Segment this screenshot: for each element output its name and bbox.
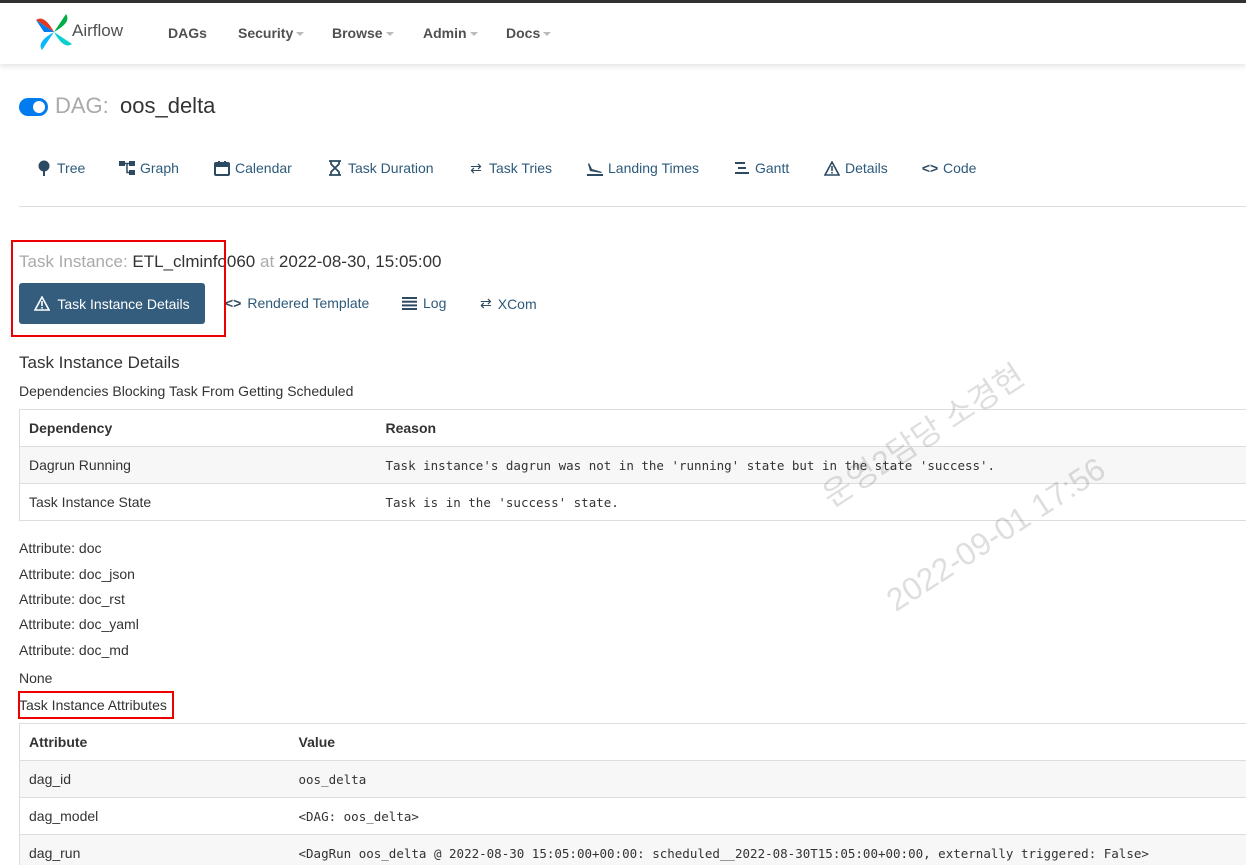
- highlight-box: [11, 240, 226, 337]
- tab-graph-label: Graph: [140, 160, 179, 176]
- table-header-row: Attribute Value: [19, 723, 1246, 761]
- none-text: None: [19, 670, 53, 686]
- at-label: at: [259, 252, 275, 271]
- tab-log-label: Log: [423, 295, 447, 311]
- column-header: Attribute: [19, 723, 290, 761]
- nav-browse[interactable]: Browse: [332, 25, 394, 41]
- deps-heading: Dependencies Blocking Task From Getting …: [19, 383, 354, 399]
- tab-code[interactable]: <> Code: [921, 160, 977, 176]
- list-icon: [402, 296, 417, 310]
- table-row: dag_model <DAG: oos_delta>: [19, 797, 1246, 835]
- gantt-icon: [734, 160, 750, 176]
- tab-gantt[interactable]: Gantt: [734, 160, 789, 176]
- highlight-box: [18, 691, 174, 719]
- tab-landing-times[interactable]: Landing Times: [587, 160, 699, 176]
- nav-browse-label: Browse: [332, 25, 383, 41]
- dag-name: oos_delta: [120, 93, 216, 118]
- tab-landing-times-label: Landing Times: [608, 160, 700, 176]
- nav-docs-label: Docs: [506, 25, 541, 41]
- tab-task-duration-label: Task Duration: [348, 160, 434, 176]
- chevron-down-icon: [296, 32, 305, 37]
- attributes-table: Attribute Value dag_id oos_delta dag_mod…: [19, 723, 1246, 865]
- tab-log[interactable]: Log: [402, 295, 446, 311]
- nav-dags[interactable]: DAGs: [168, 25, 207, 41]
- calendar-icon: [214, 160, 230, 176]
- attribute-cell: dag_id: [19, 760, 290, 798]
- attribute-cell: dag_run: [19, 834, 290, 865]
- execution-date: 2022-08-30, 15:05:00: [278, 252, 442, 271]
- dag-pause-toggle[interactable]: [19, 98, 48, 116]
- tree-icon: [36, 160, 52, 176]
- airflow-logo-icon[interactable]: [34, 12, 74, 52]
- attribute-cell: dag_model: [19, 797, 290, 835]
- navbar: Airflow DAGs Security Browse Admin Docs: [0, 3, 1246, 64]
- tab-calendar-label: Calendar: [235, 160, 292, 176]
- dag-prefix: DAG:: [55, 93, 109, 118]
- code-icon: <>: [921, 160, 939, 176]
- value-cell: <DAG: oos_delta>: [289, 797, 1246, 835]
- tab-xcom[interactable]: ⇄ XCom: [480, 295, 537, 312]
- dependency-cell: Dagrun Running: [19, 446, 377, 484]
- tab-task-tries[interactable]: ⇄ Task Tries: [468, 159, 553, 177]
- graph-icon: [119, 160, 135, 176]
- warning-icon: [824, 160, 840, 176]
- tab-tree-label: Tree: [57, 160, 86, 176]
- nav-admin-label: Admin: [423, 25, 467, 41]
- chevron-down-icon: [385, 32, 394, 37]
- section-heading: Task Instance Details: [19, 353, 180, 372]
- chevron-down-icon: [469, 32, 478, 37]
- tab-details-label: Details: [845, 160, 888, 176]
- divider: [19, 206, 1246, 207]
- brand-name[interactable]: Airflow: [72, 21, 123, 41]
- nav-docs[interactable]: Docs: [506, 25, 552, 41]
- nav-security-label: Security: [238, 25, 294, 41]
- tab-code-label: Code: [943, 160, 977, 176]
- plane-landing-icon: [587, 160, 603, 176]
- value-cell: <DagRun oos_delta @ 2022-08-30 15:05:00+…: [289, 834, 1246, 865]
- attribute-doc-rst: Attribute: doc_rst: [19, 591, 125, 607]
- reason-cell: Task is in the 'success' state.: [376, 483, 1246, 521]
- swap-icon: ⇄: [480, 295, 492, 311]
- tab-tree[interactable]: Tree: [36, 160, 85, 176]
- attribute-doc-yaml: Attribute: doc_yaml: [19, 616, 139, 632]
- tab-calendar[interactable]: Calendar: [214, 160, 292, 176]
- table-header-row: Dependency Reason: [19, 409, 1246, 447]
- attribute-doc: Attribute: doc: [19, 540, 102, 556]
- tab-rendered-template[interactable]: <> Rendered Template: [225, 295, 369, 311]
- attribute-doc-json: Attribute: doc_json: [19, 566, 135, 582]
- tab-xcom-label: XCom: [497, 295, 537, 312]
- tab-gantt-label: Gantt: [755, 160, 790, 176]
- attribute-doc-md: Attribute: doc_md: [19, 642, 129, 658]
- hourglass-icon: [327, 160, 343, 176]
- tab-graph[interactable]: Graph: [119, 160, 179, 176]
- tab-rendered-template-label: Rendered Template: [247, 295, 370, 311]
- swap-icon: ⇄: [470, 159, 482, 176]
- column-header: Reason: [376, 409, 1246, 447]
- tab-task-tries-label: Task Tries: [489, 160, 553, 176]
- chevron-down-icon: [543, 32, 552, 37]
- nav-dags-label: DAGs: [168, 25, 207, 41]
- column-header: Dependency: [19, 409, 377, 447]
- column-header: Value: [289, 723, 1246, 761]
- tab-details[interactable]: Details: [824, 160, 888, 176]
- table-row: dag_id oos_delta: [19, 760, 1246, 798]
- value-cell: oos_delta: [289, 760, 1246, 798]
- tab-task-duration[interactable]: Task Duration: [327, 160, 434, 176]
- table-row: dag_run <DagRun oos_delta @ 2022-08-30 1…: [19, 834, 1246, 865]
- dependency-cell: Task Instance State: [19, 483, 377, 521]
- nav-admin[interactable]: Admin: [423, 25, 478, 41]
- nav-security[interactable]: Security: [238, 25, 305, 41]
- code-icon: <>: [225, 295, 242, 311]
